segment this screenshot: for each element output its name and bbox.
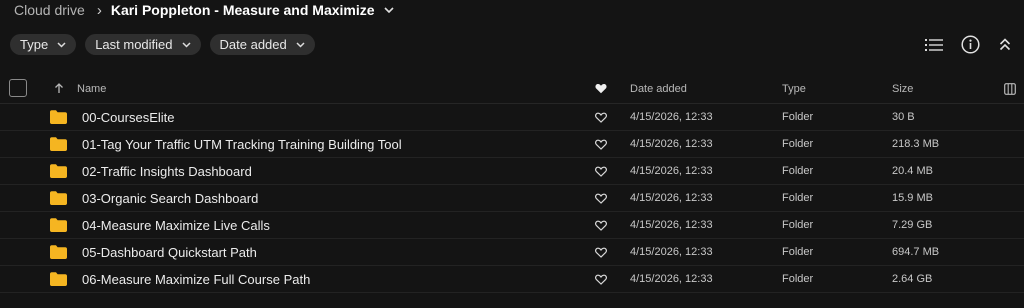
chevron-down-icon bbox=[296, 41, 305, 48]
file-date-added: 4/15/2026, 12:33 bbox=[630, 111, 713, 123]
breadcrumb: Cloud drive › Kari Poppleton - Measure a… bbox=[14, 0, 394, 20]
column-header-date-added[interactable]: Date added bbox=[630, 74, 687, 103]
favorite-heart-icon[interactable] bbox=[595, 266, 607, 292]
table-row[interactable]: 04-Measure Maximize Live Calls 4/15/2026… bbox=[0, 212, 1024, 239]
file-date-added: 4/15/2026, 12:33 bbox=[630, 138, 713, 150]
file-name[interactable]: 01-Tag Your Traffic UTM Tracking Trainin… bbox=[82, 131, 402, 157]
file-name[interactable]: 03-Organic Search Dashboard bbox=[82, 185, 258, 211]
file-table: Name Date added Type Size 00-CoursesElit… bbox=[0, 74, 1024, 293]
collapse-icon[interactable] bbox=[995, 34, 1015, 55]
favorite-heart-icon[interactable] bbox=[595, 185, 607, 211]
list-view-icon[interactable] bbox=[924, 34, 944, 55]
folder-icon bbox=[50, 131, 67, 157]
filter-label: Date added bbox=[219, 37, 287, 52]
filter-bar: Type Last modified Date added bbox=[10, 34, 315, 55]
favorite-heart-icon[interactable] bbox=[595, 158, 607, 184]
table-body: 00-CoursesElite 4/15/2026, 12:33 Folder … bbox=[0, 104, 1024, 293]
folder-icon bbox=[50, 104, 67, 130]
favorite-heart-icon[interactable] bbox=[595, 74, 607, 103]
favorite-heart-icon[interactable] bbox=[595, 104, 607, 130]
table-row[interactable]: 06-Measure Maximize Full Course Path 4/1… bbox=[0, 266, 1024, 293]
filter-label: Last modified bbox=[95, 37, 173, 52]
breadcrumb-separator: › bbox=[96, 1, 102, 19]
chevron-down-icon[interactable] bbox=[383, 7, 394, 13]
file-name[interactable]: 04-Measure Maximize Live Calls bbox=[82, 212, 270, 238]
file-type: Folder bbox=[782, 246, 814, 258]
folder-icon bbox=[50, 185, 67, 211]
info-icon[interactable] bbox=[960, 34, 980, 55]
file-type: Folder bbox=[782, 219, 814, 231]
file-type: Folder bbox=[782, 138, 814, 150]
filter-last-modified-button[interactable]: Last modified bbox=[85, 34, 201, 55]
file-size: 7.29 GB bbox=[892, 219, 933, 231]
column-header-name[interactable]: Name bbox=[77, 74, 106, 103]
file-date-added: 4/15/2026, 12:33 bbox=[630, 273, 713, 285]
favorite-heart-icon[interactable] bbox=[595, 212, 607, 238]
column-header-type[interactable]: Type bbox=[782, 74, 806, 103]
filter-label: Type bbox=[20, 37, 49, 52]
file-date-added: 4/15/2026, 12:33 bbox=[630, 246, 713, 258]
file-size: 694.7 MB bbox=[892, 246, 940, 258]
folder-icon bbox=[50, 266, 67, 292]
breadcrumb-root-link[interactable]: Cloud drive bbox=[14, 2, 85, 18]
column-settings-icon[interactable] bbox=[1004, 74, 1016, 103]
select-all-checkbox[interactable] bbox=[9, 79, 27, 97]
file-date-added: 4/15/2026, 12:33 bbox=[630, 192, 713, 204]
favorite-heart-icon[interactable] bbox=[595, 239, 607, 265]
column-header-size[interactable]: Size bbox=[892, 74, 913, 103]
file-name[interactable]: 00-CoursesElite bbox=[82, 104, 175, 130]
chevron-down-icon bbox=[181, 41, 191, 48]
filter-date-added-button[interactable]: Date added bbox=[209, 34, 315, 55]
file-size: 218.3 MB bbox=[892, 138, 940, 150]
file-date-added: 4/15/2026, 12:33 bbox=[630, 165, 713, 177]
file-size: 20.4 MB bbox=[892, 165, 933, 177]
table-row[interactable]: 02-Traffic Insights Dashboard 4/15/2026,… bbox=[0, 158, 1024, 185]
file-date-added: 4/15/2026, 12:33 bbox=[630, 219, 713, 231]
file-type: Folder bbox=[782, 192, 814, 204]
filter-type-button[interactable]: Type bbox=[10, 34, 77, 55]
file-name[interactable]: 02-Traffic Insights Dashboard bbox=[82, 158, 252, 184]
folder-icon bbox=[50, 239, 67, 265]
view-toolbar bbox=[924, 34, 1024, 55]
folder-icon bbox=[50, 158, 67, 184]
sort-arrow-up-icon[interactable] bbox=[54, 74, 64, 103]
file-name[interactable]: 06-Measure Maximize Full Course Path bbox=[82, 266, 310, 292]
breadcrumb-current-folder[interactable]: Kari Poppleton - Measure and Maximize bbox=[111, 2, 375, 18]
file-type: Folder bbox=[782, 273, 814, 285]
file-size: 15.9 MB bbox=[892, 192, 933, 204]
file-size: 2.64 GB bbox=[892, 273, 933, 285]
file-name[interactable]: 05-Dashboard Quickstart Path bbox=[82, 239, 257, 265]
file-type: Folder bbox=[782, 111, 814, 123]
folder-icon bbox=[50, 212, 67, 238]
table-row[interactable]: 00-CoursesElite 4/15/2026, 12:33 Folder … bbox=[0, 104, 1024, 131]
table-row[interactable]: 01-Tag Your Traffic UTM Tracking Trainin… bbox=[0, 131, 1024, 158]
table-row[interactable]: 03-Organic Search Dashboard 4/15/2026, 1… bbox=[0, 185, 1024, 212]
table-row[interactable]: 05-Dashboard Quickstart Path 4/15/2026, … bbox=[0, 239, 1024, 266]
favorite-heart-icon[interactable] bbox=[595, 131, 607, 157]
file-size: 30 B bbox=[892, 111, 915, 123]
chevron-down-icon bbox=[57, 41, 66, 48]
table-header: Name Date added Type Size bbox=[0, 74, 1024, 104]
file-type: Folder bbox=[782, 165, 814, 177]
